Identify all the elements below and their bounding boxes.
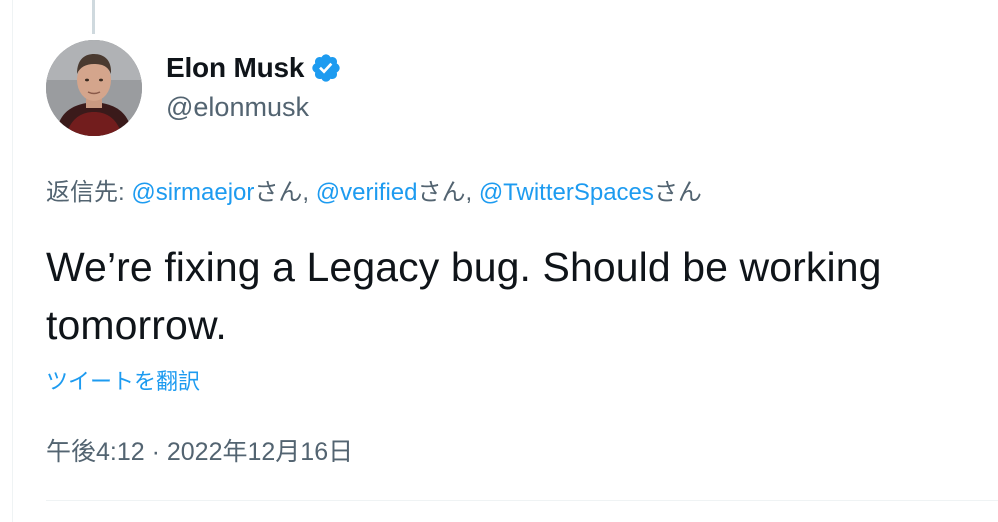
verified-badge-icon bbox=[310, 52, 342, 84]
avatar[interactable] bbox=[46, 40, 142, 136]
thread-connector-line bbox=[92, 0, 95, 34]
translate-tweet-link[interactable]: ツイートを翻訳 bbox=[46, 364, 200, 396]
tweet-timestamp[interactable]: 午後4:12 · 2022年12月16日 bbox=[46, 432, 353, 468]
mention-link[interactable]: @verified bbox=[316, 179, 418, 206]
column-border bbox=[12, 0, 13, 522]
reply-to-label: 返信先: bbox=[46, 179, 132, 206]
reply-to-line: 返信先: @sirmaejorさん, @verifiedさん, @Twitter… bbox=[46, 172, 702, 207]
mention-suffix: さん bbox=[653, 179, 702, 206]
mention-suffix: さん, bbox=[417, 179, 479, 206]
mention-suffix: さん, bbox=[254, 179, 316, 206]
author-name[interactable]: Elon Musk bbox=[166, 52, 304, 84]
mention-link[interactable]: @sirmaejor bbox=[131, 179, 254, 206]
author-block: Elon Musk @elonmusk bbox=[166, 50, 342, 123]
divider bbox=[46, 500, 998, 501]
avatar-image bbox=[46, 40, 142, 136]
tweet-text: We’re fixing a Legacy bug. Should be wor… bbox=[46, 244, 882, 348]
author-name-row: Elon Musk bbox=[166, 50, 342, 86]
mention-link[interactable]: @TwitterSpaces bbox=[479, 179, 654, 206]
author-handle[interactable]: @elonmusk bbox=[166, 92, 342, 123]
